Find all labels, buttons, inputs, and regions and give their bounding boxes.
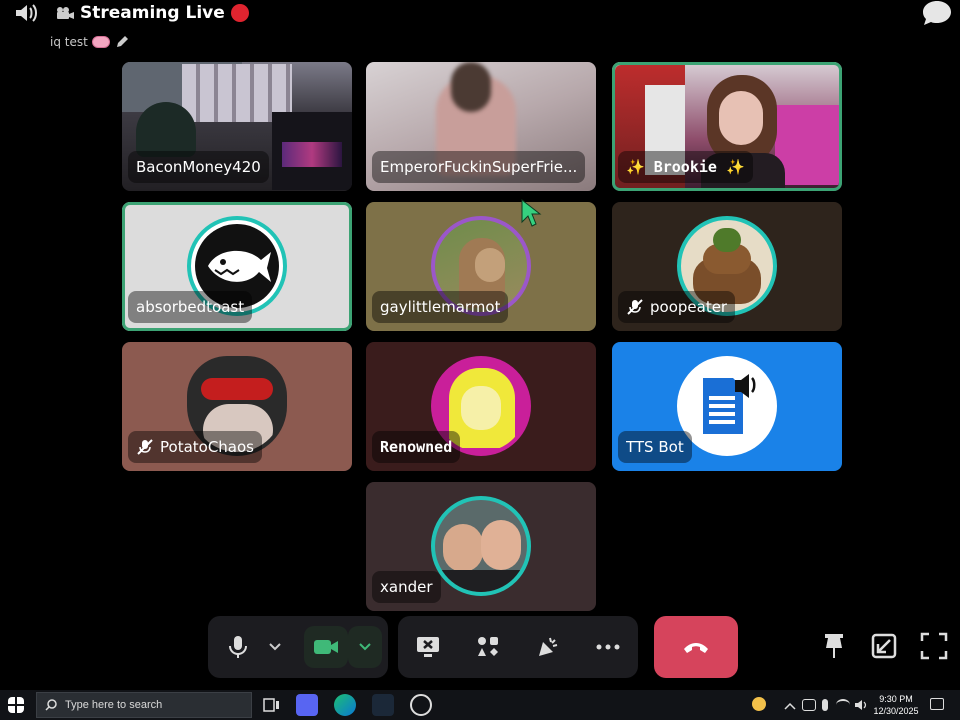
participant-tile-gaylittlemarmot[interactable]: gaylittlemarmot [366,202,596,331]
avatar [431,496,531,596]
participant-name: poopeater [650,298,728,316]
participant-tile-renowned[interactable]: Renowned [366,342,596,471]
participant-name: Renowned [380,438,453,456]
taskbar-clock[interactable]: 9:30 PM 12/30/2025 [872,693,920,717]
participant-tile-potatochaos[interactable]: PotatoChaos [122,342,352,471]
microphone-icon [229,636,247,658]
audio-video-controls [208,616,388,678]
tray-app-icon[interactable] [802,699,816,711]
participant-label: BaconMoney420 [128,151,269,183]
participant-name: ✨ Brookie ✨ [626,158,745,176]
activities-button[interactable] [466,626,510,668]
discord-taskbar-icon[interactable] [296,694,318,716]
camera-button[interactable] [304,626,348,668]
screen-share-icon [417,637,439,657]
participant-name: TTS Bot [626,438,684,456]
soundboard-icon [539,637,558,656]
mic-options-button[interactable] [256,626,294,668]
participant-label: TTS Bot [618,431,692,463]
channel-name: Streaming Live [80,3,225,23]
taskbar-search-input[interactable]: Type here to search [36,692,252,718]
soundboard-button[interactable] [526,626,570,668]
channel-status[interactable]: iq test [50,34,130,50]
activity-controls [398,616,638,678]
speaker-icon[interactable] [14,2,38,24]
chevron-up-icon[interactable] [784,699,796,713]
more-icon [596,644,620,650]
film-camera-icon [57,7,74,19]
participant-tile-baconmoney420[interactable]: BaconMoney420 [122,62,352,191]
search-placeholder: Type here to search [65,699,163,711]
participant-label: absorbedtoast [128,291,253,323]
edge-taskbar-icon[interactable] [334,694,356,716]
chevron-down-icon [269,643,281,651]
phone-hangup-icon [684,643,708,653]
channel-title: Streaming Live [56,0,249,26]
participant-label: EmperorFuckinSuperFrie... [372,151,586,183]
chevron-down-icon [359,643,371,651]
participant-label: PotatoChaos [128,431,262,463]
steam-taskbar-icon[interactable] [372,694,394,716]
volume-icon[interactable] [854,698,868,712]
participant-name: EmperorFuckinSuperFrie... [380,158,578,176]
activities-icon [478,637,498,656]
notifications-icon[interactable] [930,698,944,710]
task-view-icon[interactable] [260,694,282,716]
obs-taskbar-icon[interactable] [410,694,432,716]
windows-start-icon[interactable] [8,697,24,713]
participant-tile-poopeater[interactable]: poopeater [612,202,842,331]
participant-label: poopeater [618,291,736,323]
document-speaker-icon [703,374,756,434]
pencil-icon[interactable] [114,34,130,50]
more-button[interactable] [586,626,630,668]
participant-label: Renowned [372,431,461,463]
brain-emoji-icon [91,36,110,48]
participant-name: absorbedtoast [136,298,245,316]
pin-icon[interactable] [820,632,848,660]
search-icon [45,699,57,711]
mic-muted-icon [137,439,153,455]
participant-tile-emperorfuckinsuperfrie[interactable]: EmperorFuckinSuperFrie... [366,62,596,191]
mic-muted-icon [627,299,643,315]
participant-tile-brookie[interactable]: ✨ Brookie ✨ [612,62,842,191]
clock-date: 12/30/2025 [873,706,919,716]
fullscreen-icon[interactable] [920,632,948,660]
mouse-cursor-icon [521,198,542,227]
participant-name: BaconMoney420 [136,158,261,176]
mic-button[interactable] [216,626,260,668]
participant-name: PotatoChaos [160,438,254,456]
pop-out-icon[interactable] [870,632,898,660]
avatar [677,356,777,456]
live-indicator-icon [230,4,249,22]
windows-taskbar: Type here to search 9:30 PM 12/30/2025 [0,690,960,720]
night-light-icon[interactable] [752,697,766,711]
call-header: Streaming Live iq test [0,0,960,60]
participant-label: xander [372,571,441,603]
participant-label: ✨ Brookie ✨ [618,151,753,183]
disconnect-button[interactable] [654,616,738,678]
participant-tile-xander[interactable]: xander [366,482,596,611]
participant-label: gaylittlemarmot [372,291,509,323]
participant-tile-absorbedtoast[interactable]: absorbedtoast [122,202,352,331]
camera-icon [314,640,338,654]
chat-bubble-icon[interactable] [922,0,952,26]
participant-name: xander [380,578,433,596]
camera-options-button[interactable] [348,626,382,668]
participant-name: gaylittlemarmot [380,298,501,316]
mic-tray-icon[interactable] [822,699,828,711]
network-icon[interactable] [836,699,850,711]
screen-share-button[interactable] [406,626,450,668]
channel-status-text: iq test [50,35,88,49]
participant-tile-tts-bot[interactable]: TTS Bot [612,342,842,471]
clock-time: 9:30 PM [879,694,913,704]
